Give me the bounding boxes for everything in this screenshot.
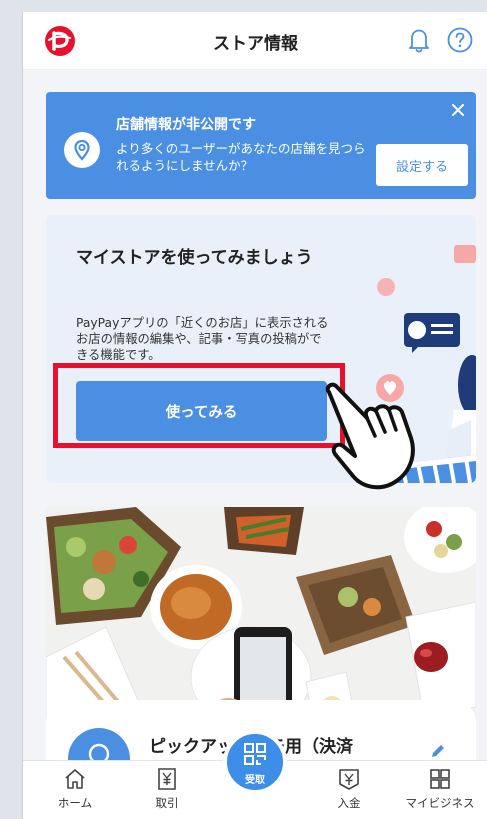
nav-item-deposit[interactable]: 入金: [309, 767, 389, 811]
deposit-icon: [339, 769, 359, 790]
nav-label-deposit: 入金: [337, 796, 361, 810]
banner-description: より多くのユーザーがあなたの店舗を見つられるようにしませんか？: [116, 141, 366, 173]
help-icon[interactable]: [447, 27, 473, 53]
close-icon[interactable]: [450, 102, 466, 118]
store-avatar: [68, 728, 130, 760]
edit-icon[interactable]: [429, 742, 447, 760]
receipt-icon: [158, 768, 176, 790]
nav-label-receive: 受取: [245, 775, 265, 786]
app-header: ストア情報: [23, 12, 487, 70]
pointing-hand-icon: [325, 382, 415, 490]
nav-label-mybusiness: マイビジネス: [405, 796, 475, 810]
banner-title: 店舗情報が非公開です: [116, 117, 256, 133]
settings-button[interactable]: 設定する: [376, 144, 468, 186]
mystore-description: PayPayアプリの「近くのお店」に表示されるお店の情報の編集や、記事・写真の投…: [76, 316, 329, 360]
nav-item-home[interactable]: ホーム: [35, 767, 115, 811]
grid-icon: [430, 769, 450, 789]
mystore-title: マイストアを使ってみましょう: [76, 248, 313, 268]
app-screen: ストア情報 店舗情報が非公開です より多くのユーザーがあなたの店舗を見つられるよ…: [22, 12, 487, 819]
private-store-banner: 店舗情報が非公開です より多くのユーザーがあなたの店舗を見つられるようにしません…: [46, 92, 476, 199]
receive-scan-button[interactable]: 受取: [223, 730, 287, 794]
nav-item-mybusiness[interactable]: マイビジネス: [400, 767, 480, 811]
nav-label-home: ホーム: [57, 796, 93, 810]
nav-item-transactions[interactable]: 取引: [127, 767, 207, 811]
home-icon: [65, 769, 85, 789]
main-content: 店舗情報が非公開です より多くのユーザーがあなたの店舗を見つられるようにしません…: [23, 70, 487, 760]
bell-icon[interactable]: [407, 27, 431, 53]
location-pin-icon: [64, 132, 100, 168]
nav-label-transactions: 取引: [155, 796, 179, 810]
try-mystore-button[interactable]: 使ってみる: [76, 381, 327, 441]
